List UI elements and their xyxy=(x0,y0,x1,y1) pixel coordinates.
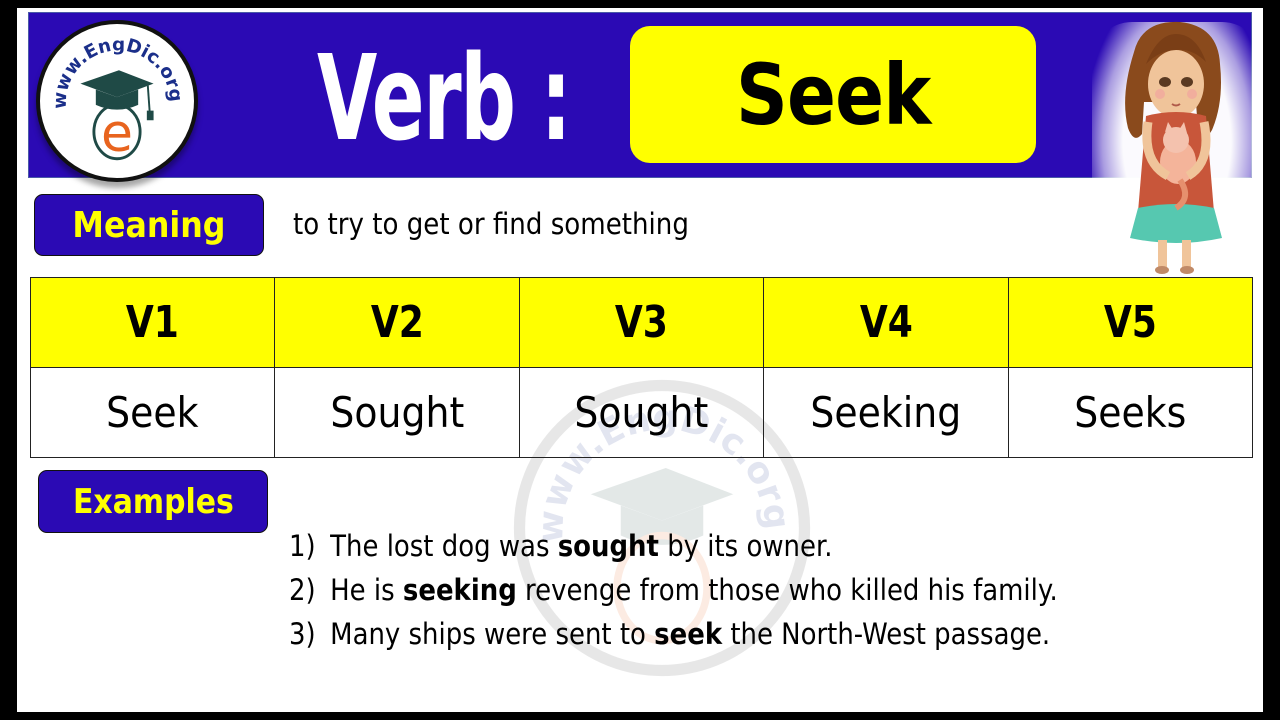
girl-icon xyxy=(1125,21,1222,274)
header-v3: V3 xyxy=(518,277,765,368)
verb-word-box: Seek xyxy=(630,26,1036,163)
example-item: 3) Many ships were sent to seek the North… xyxy=(289,617,1051,651)
header-v2: V2 xyxy=(274,277,520,368)
cell-v2: Sought xyxy=(274,367,520,458)
example-keyword: seek xyxy=(654,617,723,651)
example-keyword: sought xyxy=(557,529,659,563)
graduation-cap-icon xyxy=(80,70,154,98)
cell-v3: Sought xyxy=(518,367,765,458)
header-v5: V5 xyxy=(1007,277,1254,368)
cell-v5: Seeks xyxy=(1007,367,1254,458)
table-row: Seek Sought Sought Seeking Seeks xyxy=(29,367,1254,458)
table-header-row: V1 V2 V3 V4 V5 xyxy=(29,277,1254,368)
logo-letter-e: e xyxy=(101,104,133,164)
cell-v1: Seek xyxy=(29,367,276,458)
examples-label: Examples xyxy=(38,470,268,533)
engdic-logo[interactable]: www.EngDic.org e xyxy=(36,20,198,182)
girl-with-cat-illustration xyxy=(1072,12,1262,287)
cell-v4: Seeking xyxy=(763,367,1009,458)
header-v1: V1 xyxy=(29,277,276,368)
example-keyword: seeking xyxy=(402,573,517,607)
meaning-label: Meaning xyxy=(34,194,264,256)
verb-label: Verb : xyxy=(317,29,572,167)
example-item: 1) The lost dog was sought by its owner. xyxy=(289,529,833,563)
logo-icon: www.EngDic.org e xyxy=(50,35,186,165)
verb-forms-card: www.EngDic.org e Verb : Seek Meaning to … xyxy=(17,8,1263,712)
verb-forms-table: V1 V2 V3 V4 V5 Seek Sought Sought Seekin… xyxy=(29,277,1254,458)
verb-word: Seek xyxy=(735,45,931,144)
example-item: 2) He is seeking revenge from those who k… xyxy=(289,573,1058,607)
examples-list: 1) The lost dog was sought by its owner. … xyxy=(289,524,1148,656)
header-v4: V4 xyxy=(763,277,1009,368)
meaning-text: to try to get or find something xyxy=(293,207,689,241)
